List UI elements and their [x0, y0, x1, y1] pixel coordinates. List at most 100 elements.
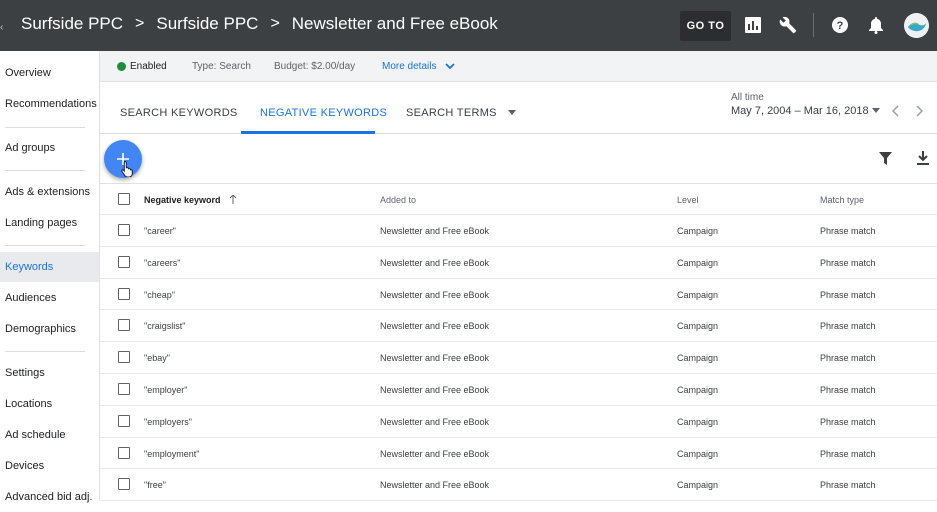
sidebar-item-settings[interactable]: Settings — [0, 358, 99, 388]
table-row[interactable]: "careers" Newsletter and Free eBook Campai… — [100, 247, 937, 279]
negative-keyword-cell[interactable]: "free" — [144, 480, 166, 490]
level-cell: Campaign — [677, 353, 719, 364]
sidebar-item-landing-pages[interactable]: Landing pages — [0, 208, 99, 238]
table-row[interactable]: "employer" Newsletter and Free eBook Campa… — [100, 374, 937, 406]
select-all-checkbox[interactable] — [118, 193, 130, 205]
tab-search-terms[interactable]: SEARCH TERMS — [406, 107, 517, 119]
row-checkbox[interactable] — [118, 255, 130, 268]
download-icon[interactable] — [917, 151, 929, 165]
notifications-bell-icon[interactable] — [864, 13, 888, 37]
match-type-cell: Phrase match — [820, 353, 876, 364]
match-type-cell: Phrase match — [820, 416, 876, 427]
table-row[interactable]: "craigslist" Newsletter and Free eBook Cam… — [100, 310, 937, 343]
date-range-picker[interactable]: All time May 7, 2004 – Mar 16, 2018 — [731, 92, 869, 117]
sidebar-item-demographics[interactable]: Demographics — [0, 314, 99, 344]
breadcrumb-separator: > — [270, 15, 280, 32]
match-type-cell: Phrase match — [820, 321, 876, 332]
row-checkbox[interactable] — [118, 319, 130, 332]
sidebar-item-audiences[interactable]: Audiences — [0, 283, 99, 313]
added-to-cell: Newsletter and Free eBook — [380, 480, 490, 491]
level-cell: Campaign — [677, 448, 719, 459]
row-checkbox[interactable] — [118, 414, 130, 427]
added-to-cell: Newsletter and Free eBook — [380, 353, 490, 364]
column-header-negative-keyword[interactable]: Negative keyword — [144, 194, 237, 205]
previous-period-chevron-icon[interactable] — [892, 105, 900, 117]
added-to-cell: Newsletter and Free eBook — [380, 257, 490, 268]
sidebar-item-keywords[interactable]: Keywords — [0, 252, 99, 282]
breadcrumb-separator: > — [135, 15, 145, 32]
account-avatar[interactable] — [904, 13, 929, 38]
filter-icon[interactable] — [879, 152, 892, 165]
status-type: Type: Search — [192, 61, 251, 72]
row-checkbox[interactable] — [118, 351, 130, 364]
sidebar-item-ad-groups[interactable]: Ad groups — [0, 133, 99, 163]
level-cell: Campaign — [677, 257, 719, 268]
negative-keyword-cell[interactable]: "employer" — [144, 385, 187, 395]
negative-keyword-cell[interactable]: "careers" — [144, 258, 180, 268]
sidebar-item-ads-extensions[interactable]: Ads & extensions — [0, 177, 99, 207]
sidebar-item-ad-schedule[interactable]: Ad schedule — [0, 420, 99, 450]
level-cell: Campaign — [677, 480, 719, 491]
svg-text:?: ? — [837, 20, 844, 32]
negative-keywords-table: Negative keyword Added to Level Match ty… — [100, 184, 937, 502]
row-checkbox[interactable] — [118, 287, 130, 300]
more-details-label: More details — [382, 61, 437, 72]
row-checkbox[interactable] — [118, 224, 130, 236]
reports-icon[interactable] — [741, 13, 765, 37]
table-row[interactable]: "ebay" Newsletter and Free eBook Campaign P… — [100, 342, 937, 374]
table-row[interactable]: "employment" Newsletter and Free eBook Cam… — [100, 438, 937, 470]
date-dropdown-arrow-icon[interactable] — [872, 108, 880, 114]
table-toolbar — [100, 134, 937, 184]
sort-arrow-up-icon — [229, 194, 237, 204]
match-type-cell: Phrase match — [820, 289, 876, 300]
dropdown-arrow-icon — [508, 110, 517, 115]
sidebar-item-recommendations[interactable]: Recommendations — [0, 89, 99, 119]
column-header-added-to[interactable]: Added to — [380, 195, 416, 205]
sidebar-item-devices[interactable]: Devices — [0, 451, 99, 481]
table-body: "career" Newsletter and Free eBook Campaig… — [100, 215, 937, 502]
hand-cursor-icon — [121, 160, 133, 177]
level-cell: Campaign — [677, 289, 719, 300]
sidebar-item-overview[interactable]: Overview — [0, 58, 99, 88]
tab-negative-keywords[interactable]: NEGATIVE KEYWORDS — [260, 107, 387, 119]
added-to-cell: Newsletter and Free eBook — [380, 226, 490, 236]
level-cell: Campaign — [677, 384, 719, 395]
row-checkbox[interactable] — [118, 446, 130, 459]
negative-keyword-cell[interactable]: "craigslist" — [144, 321, 185, 331]
more-details-link[interactable]: More details — [382, 61, 455, 72]
keyword-tabs: SEARCH KEYWORDS NEGATIVE KEYWORDS SEARCH… — [100, 82, 937, 134]
row-checkbox[interactable] — [118, 382, 130, 395]
tab-search-keywords[interactable]: SEARCH KEYWORDS — [120, 107, 238, 119]
sidebar-item-locations[interactable]: Locations — [0, 389, 99, 419]
status-enabled[interactable]: Enabled — [130, 61, 167, 72]
top-bar: ‹ Surfside PPC > Surfside PPC > Newslett… — [0, 0, 937, 51]
negative-keyword-cell[interactable]: "employment" — [144, 449, 199, 459]
table-row[interactable]: "career" Newsletter and Free eBook Campaig… — [100, 215, 937, 247]
breadcrumb-campaign[interactable]: Surfside PPC — [156, 14, 258, 34]
breadcrumb-account[interactable]: Surfside PPC — [21, 14, 123, 34]
breadcrumb-adgroup[interactable]: Newsletter and Free eBook — [292, 14, 498, 34]
date-range-label: All time — [731, 92, 764, 103]
row-checkbox[interactable] — [118, 478, 130, 491]
match-type-cell: Phrase match — [820, 448, 876, 459]
negative-keyword-cell[interactable]: "employers" — [144, 417, 192, 427]
help-icon[interactable]: ? — [828, 13, 852, 37]
table-header-row: Negative keyword Added to Level Match ty… — [100, 184, 937, 215]
table-row[interactable]: "cheap" Newsletter and Free eBook Campaign… — [100, 279, 937, 311]
negative-keyword-cell[interactable]: "career" — [144, 226, 176, 236]
go-to-button[interactable]: GO TO — [680, 11, 731, 41]
table-row[interactable]: "employers" Newsletter and Free eBook Camp… — [100, 406, 937, 438]
negative-keyword-cell[interactable]: "ebay" — [144, 353, 170, 363]
column-header-negative-keyword-label: Negative keyword — [144, 195, 221, 205]
next-period-chevron-icon[interactable] — [915, 105, 923, 117]
match-type-cell: Phrase match — [820, 480, 876, 491]
breadcrumb: Surfside PPC > Surfside PPC > Newsletter… — [21, 14, 498, 34]
added-to-cell: Newsletter and Free eBook — [380, 384, 490, 395]
table-row[interactable]: "free" Newsletter and Free eBook Campaign P… — [100, 469, 937, 502]
column-header-level[interactable]: Level — [677, 195, 699, 205]
back-arrow-icon[interactable]: ‹ — [0, 22, 4, 33]
negative-keyword-cell[interactable]: "cheap" — [144, 290, 175, 300]
sidebar-item-advanced-bid-adj[interactable]: Advanced bid adj. — [0, 482, 99, 512]
column-header-match-type[interactable]: Match type — [820, 195, 864, 205]
tools-wrench-icon[interactable] — [776, 13, 800, 37]
